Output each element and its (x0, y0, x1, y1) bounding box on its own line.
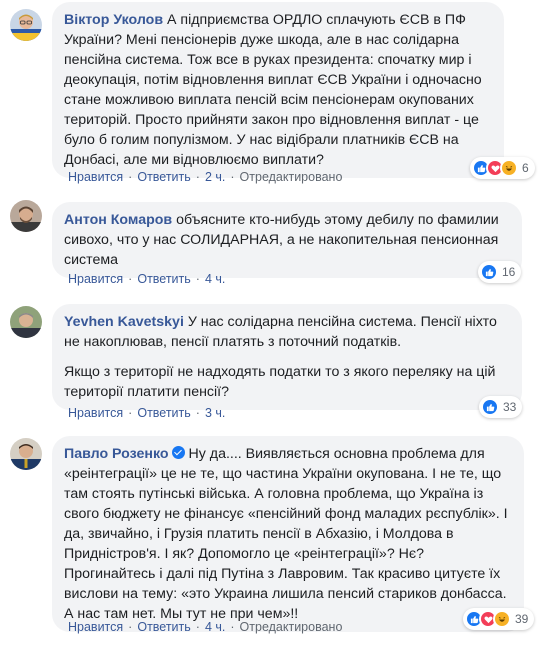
comment-author[interactable]: Віктор Уколов (64, 12, 163, 28)
comment-bubble: Віктор Уколов А підприємства ОРДЛО сплач… (52, 2, 504, 178)
comment-time[interactable]: 4 ч. (205, 272, 225, 286)
comment-actions: Нравится · Ответить · 4 ч. · Отредактировано (68, 620, 342, 634)
reaction-count: 16 (502, 265, 516, 279)
reply-link[interactable]: Ответить (137, 620, 190, 634)
reply-link[interactable]: Ответить (137, 272, 190, 286)
comment-text-paragraph: Якщо з території не надходять податки то… (64, 364, 496, 400)
comment-author[interactable]: Павло Розенко (64, 446, 169, 462)
comment-actions: Нравится · Ответить · 2 ч. · Отредактировано (68, 170, 342, 184)
avatar[interactable] (10, 438, 42, 470)
comment-bubble: Павло Розенко Ну да.... Виявляється осно… (52, 436, 524, 632)
separator-dot: · (128, 272, 133, 286)
edited-label[interactable]: Отредактировано (240, 170, 343, 184)
comment-bubble: Yevhen Kavetskyi У нас солідарна пенсійн… (52, 304, 522, 410)
like-link[interactable]: Нравится (68, 406, 123, 420)
separator-dot: · (230, 170, 235, 184)
separator-dot: · (195, 272, 200, 286)
verified-badge-icon (171, 446, 185, 459)
reply-link[interactable]: Ответить (137, 406, 190, 420)
like-reaction-icon (480, 263, 498, 281)
separator-dot: · (128, 406, 133, 420)
reactions-summary[interactable]: 6 (470, 157, 535, 179)
haha-reaction-icon (500, 159, 518, 177)
comment-time[interactable]: 3 ч. (205, 406, 225, 420)
separator-dot: · (128, 170, 133, 184)
comment-time[interactable]: 2 ч. (205, 170, 225, 184)
avatar[interactable] (10, 9, 42, 41)
comment-text: А підприємства ОРДЛО сплачують ЄСВ в ПФ … (64, 12, 482, 168)
like-link[interactable]: Нравится (68, 170, 123, 184)
comment-actions: Нравится · Ответить · 3 ч. (68, 406, 225, 420)
reactions-summary[interactable]: 16 (478, 261, 522, 283)
separator-dot: · (195, 170, 200, 184)
reply-link[interactable]: Ответить (137, 170, 190, 184)
comment-author[interactable]: Yevhen Kavetskyi (64, 314, 184, 330)
avatar[interactable] (10, 306, 42, 338)
reaction-count: 39 (515, 612, 529, 626)
reaction-count: 33 (503, 400, 517, 414)
separator-dot: · (195, 620, 200, 634)
like-link[interactable]: Нравится (68, 620, 123, 634)
like-reaction-icon (481, 398, 499, 416)
separator-dot: · (195, 406, 200, 420)
comment-text: Ну да.... Виявляється основна проблема д… (64, 446, 508, 622)
separator-dot: · (230, 620, 235, 634)
comment-bubble: Антон Комаров объясните кто-нибудь этому… (52, 202, 522, 278)
reactions-summary[interactable]: 33 (479, 396, 523, 418)
separator-dot: · (128, 620, 133, 634)
reactions-summary[interactable]: 39 (463, 608, 535, 630)
comment-time[interactable]: 4 ч. (205, 620, 225, 634)
haha-reaction-icon (493, 610, 511, 628)
reaction-count: 6 (522, 161, 529, 175)
edited-label[interactable]: Отредактировано (240, 620, 343, 634)
avatar[interactable] (10, 200, 42, 232)
comment-actions: Нравится · Ответить · 4 ч. (68, 272, 225, 286)
comment-author[interactable]: Антон Комаров (64, 212, 172, 228)
like-link[interactable]: Нравится (68, 272, 123, 286)
